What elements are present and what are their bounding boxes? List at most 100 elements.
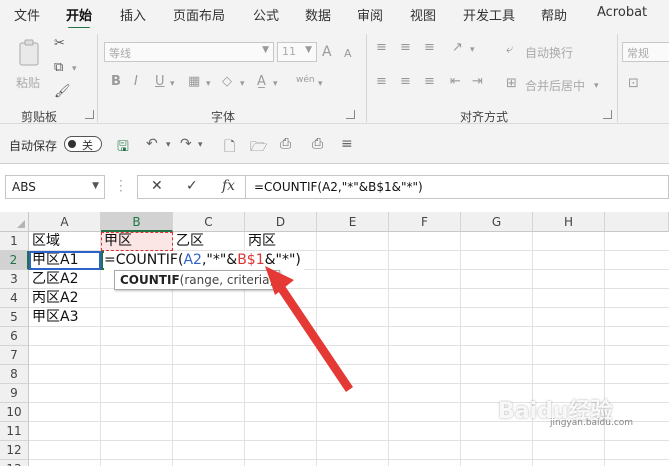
formula-input[interactable]: =COUNTIF(A2,"*"&B$1&"*") xyxy=(245,175,669,199)
row-header[interactable]: 10 xyxy=(0,403,29,422)
bold-button[interactable]: B xyxy=(111,74,121,90)
cut-icon[interactable]: ✂ xyxy=(54,36,65,52)
shrink-font-button[interactable]: A xyxy=(344,46,352,62)
column-header-f[interactable]: F xyxy=(389,212,461,232)
select-all-button[interactable] xyxy=(0,212,29,232)
cell-a2[interactable]: 甲区A1 xyxy=(29,251,101,270)
row-header[interactable]: 5 xyxy=(0,308,29,327)
menu-developer[interactable]: 开发工具 xyxy=(463,5,515,24)
alignment-launcher-icon[interactable] xyxy=(603,110,612,119)
currency-icon[interactable]: ⊡ xyxy=(628,76,639,92)
row-header[interactable]: 1 xyxy=(0,232,29,251)
print-preview-icon[interactable]: ⎙ xyxy=(280,136,291,152)
tooltip-function-name[interactable]: COUNTIF xyxy=(120,273,180,287)
font-launcher-icon[interactable] xyxy=(346,110,355,119)
column-header-e[interactable]: E xyxy=(317,212,389,232)
merge-center-icon[interactable]: ⊞ xyxy=(506,76,517,92)
enter-icon[interactable]: ✓ xyxy=(186,178,198,194)
italic-button[interactable]: I xyxy=(134,74,138,90)
cell-a5[interactable]: 甲区A3 xyxy=(29,308,101,327)
menu-formulas[interactable]: 公式 xyxy=(253,5,279,24)
menu-view[interactable]: 视图 xyxy=(410,5,436,24)
row-header[interactable]: 9 xyxy=(0,384,29,403)
row-header[interactable]: 6 xyxy=(0,327,29,346)
menu-home[interactable]: 开始 xyxy=(66,5,92,30)
decrease-indent-icon[interactable]: ⇤ xyxy=(450,74,461,90)
drag-handle-icon[interactable]: · · · xyxy=(119,175,123,197)
row-header[interactable]: 12 xyxy=(0,441,29,460)
paste-button[interactable]: 粘贴 xyxy=(14,36,46,96)
save-icon[interactable]: 🖫 xyxy=(117,136,129,160)
menu-review[interactable]: 审阅 xyxy=(357,5,383,24)
insert-function-icon[interactable]: fx xyxy=(222,178,235,194)
number-format-combo[interactable]: 常规 xyxy=(622,42,669,62)
merge-center-button[interactable]: 合并后居中 xyxy=(525,77,585,94)
row-header[interactable]: 3 xyxy=(0,270,29,289)
row-header[interactable]: 7 xyxy=(0,346,29,365)
column-header-b[interactable]: B xyxy=(101,212,173,232)
increase-indent-icon[interactable]: ⇥ xyxy=(472,74,483,90)
font-color-dropdown-icon[interactable]: ▾ xyxy=(273,76,278,92)
row-header[interactable]: 8 xyxy=(0,365,29,384)
row-header[interactable]: 4 xyxy=(0,289,29,308)
align-center-icon[interactable]: ≡ xyxy=(400,74,411,90)
menu-page-layout[interactable]: 页面布局 xyxy=(173,5,225,24)
cell-d1[interactable]: 丙区 xyxy=(245,232,317,251)
font-color-icon[interactable]: A̲ xyxy=(257,74,266,90)
wrap-text-button[interactable]: 自动换行 xyxy=(525,44,573,61)
cell-a4[interactable]: 丙区A2 xyxy=(29,289,101,308)
menu-insert[interactable]: 插入 xyxy=(120,5,146,24)
align-middle-icon[interactable]: ≡ xyxy=(400,40,411,56)
name-box[interactable]: ABS ▼ xyxy=(5,175,105,199)
grow-font-button[interactable]: A xyxy=(322,44,332,60)
cell-a3[interactable]: 乙区A2 xyxy=(29,270,101,289)
undo-icon[interactable]: ↶ xyxy=(146,136,158,152)
align-right-icon[interactable]: ≡ xyxy=(424,74,435,90)
orientation-icon[interactable]: ↗ xyxy=(452,40,463,56)
cancel-icon[interactable]: ✕ xyxy=(151,178,163,194)
format-painter-icon[interactable]: 🖌 xyxy=(54,84,71,100)
row-header[interactable]: 2 xyxy=(0,251,29,270)
cell-b1[interactable]: 甲区 xyxy=(101,232,173,251)
underline-button[interactable]: U xyxy=(155,74,165,90)
underline-dropdown-icon[interactable]: ▾ xyxy=(170,76,175,92)
menu-acrobat[interactable]: Acrobat xyxy=(597,5,647,20)
column-header-empty[interactable] xyxy=(605,212,669,232)
menu-data[interactable]: 数据 xyxy=(305,5,331,24)
fill-color-icon[interactable]: ◇ xyxy=(222,74,232,90)
column-header-a[interactable]: A xyxy=(29,212,101,232)
cell-formula-editor[interactable]: =COUNTIF(A2,"*"&B$1&"*") xyxy=(104,251,304,270)
autosave-toggle[interactable]: 关 xyxy=(64,136,102,152)
phonetic-dropdown-icon[interactable]: ▾ xyxy=(318,76,323,92)
align-left-icon[interactable]: ≡ xyxy=(376,74,387,90)
copy-dropdown-icon[interactable]: ▾ xyxy=(72,61,77,77)
cell-a1[interactable]: 区域 xyxy=(29,232,101,251)
customize-qat-icon[interactable]: ≡ xyxy=(341,136,353,152)
align-bottom-icon[interactable]: ≡ xyxy=(424,40,435,56)
phonetic-icon[interactable]: wén xyxy=(296,72,315,88)
font-size-combo[interactable]: 11 ▼ xyxy=(277,42,317,62)
border-dropdown-icon[interactable]: ▾ xyxy=(206,76,211,92)
copy-icon[interactable]: ⧉ xyxy=(54,60,63,76)
column-header-d[interactable]: D xyxy=(245,212,317,232)
font-name-combo[interactable]: 等线 ▼ xyxy=(104,42,274,62)
wrap-text-icon[interactable]: ⤶ xyxy=(506,42,513,58)
align-top-icon[interactable]: ≡ xyxy=(376,40,387,56)
border-icon[interactable]: ▦ xyxy=(188,74,200,90)
print-icon[interactable]: ⎙ xyxy=(312,136,323,152)
redo-dropdown-icon[interactable]: ▾ xyxy=(198,140,203,150)
menu-file[interactable]: 文件 xyxy=(14,5,40,24)
menu-help[interactable]: 帮助 xyxy=(541,5,567,24)
undo-dropdown-icon[interactable]: ▾ xyxy=(166,140,171,150)
clipboard-launcher-icon[interactable] xyxy=(85,110,94,119)
cell-c1[interactable]: 乙区 xyxy=(173,232,245,251)
row-header[interactable]: 13 xyxy=(0,460,29,466)
cell-b2-active[interactable]: =COUNTIF(A2,"*"&B$1&"*") xyxy=(101,251,304,270)
column-header-h[interactable]: H xyxy=(533,212,605,232)
new-file-icon[interactable]: 🗋 xyxy=(224,136,235,160)
function-tooltip[interactable]: COUNTIF(range, criteria) xyxy=(114,270,281,290)
orientation-dropdown-icon[interactable]: ▾ xyxy=(470,42,475,58)
column-header-g[interactable]: G xyxy=(461,212,533,232)
row-header[interactable]: 11 xyxy=(0,422,29,441)
merge-dropdown-icon[interactable]: ▾ xyxy=(594,78,599,94)
